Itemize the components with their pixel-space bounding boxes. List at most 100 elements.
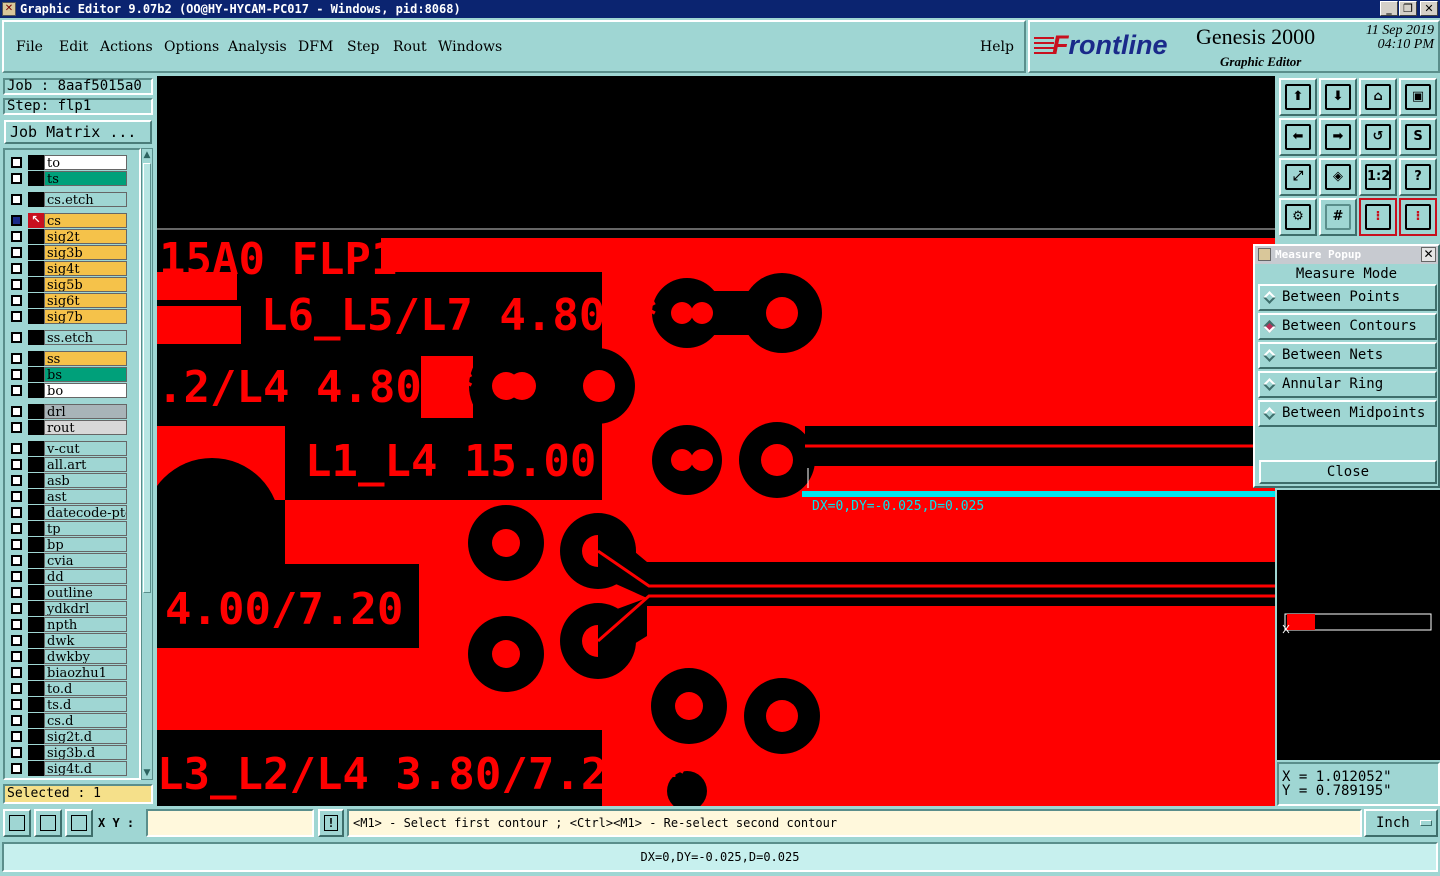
- layer-color-swatch[interactable]: [28, 383, 44, 398]
- layer-color-swatch[interactable]: [28, 489, 44, 504]
- layer-row[interactable]: sig4t: [7, 261, 128, 276]
- layer-checkbox[interactable]: [11, 406, 22, 417]
- menu-windows[interactable]: Windows: [438, 39, 502, 55]
- zoom-bottom-button[interactable]: ⬇: [1319, 78, 1357, 116]
- layer-name[interactable]: dwkby: [44, 649, 127, 664]
- measure-popup-title-bar[interactable]: Measure Popup ✕: [1255, 246, 1438, 264]
- menu-file[interactable]: File: [16, 39, 43, 55]
- layer-row[interactable]: cs.etch: [7, 192, 128, 207]
- layer-name[interactable]: ydkdrl: [44, 601, 127, 616]
- option-between-contours[interactable]: Between Contours: [1258, 313, 1437, 340]
- layer-row[interactable]: sig2t.d: [7, 729, 128, 744]
- layer-name[interactable]: dd: [44, 569, 127, 584]
- scroll-up-icon[interactable]: ▲: [142, 149, 152, 161]
- layer-color-swatch[interactable]: [28, 330, 44, 345]
- layer-checkbox[interactable]: [11, 459, 22, 470]
- layer-row[interactable]: dd: [7, 569, 128, 584]
- layer-checkbox[interactable]: [11, 353, 22, 364]
- layer-row[interactable]: rout: [7, 420, 128, 435]
- layer-name[interactable]: sig3b: [44, 245, 127, 260]
- layer-row[interactable]: ts: [7, 171, 128, 186]
- snap-mode-button[interactable]: [3, 809, 31, 837]
- layer-row[interactable]: ast: [7, 489, 128, 504]
- overview-panel[interactable]: [1277, 490, 1440, 760]
- layer-name[interactable]: sig5b: [44, 277, 127, 292]
- layer-name[interactable]: cvia: [44, 553, 127, 568]
- layer-checkbox[interactable]: [11, 231, 22, 242]
- execute-button[interactable]: !: [318, 809, 344, 837]
- layer-row[interactable]: sig2t: [7, 229, 128, 244]
- layer-row[interactable]: sig3b: [7, 245, 128, 260]
- layer-name[interactable]: tp: [44, 521, 127, 536]
- zoom-ratio-button[interactable]: 1:2: [1359, 158, 1397, 196]
- layer-checkbox[interactable]: [11, 369, 22, 380]
- menu-analysis[interactable]: Analysis: [228, 39, 287, 55]
- layer-row[interactable]: bp: [7, 537, 128, 552]
- layer-name[interactable]: bo: [44, 383, 127, 398]
- layer-color-swatch[interactable]: [28, 309, 44, 324]
- tools-settings-button[interactable]: ⚙: [1279, 198, 1317, 236]
- layer-color-swatch[interactable]: [28, 404, 44, 419]
- layer-name[interactable]: sig7b: [44, 309, 127, 324]
- grid-snap-button[interactable]: [65, 809, 93, 837]
- layer-color-swatch[interactable]: [28, 569, 44, 584]
- layer-name[interactable]: rout: [44, 420, 127, 435]
- layer-checkbox[interactable]: [11, 475, 22, 486]
- layer-checkbox[interactable]: [11, 747, 22, 758]
- home-button[interactable]: ⌂: [1359, 78, 1397, 116]
- layer-checkbox[interactable]: [11, 157, 22, 168]
- layer-row[interactable]: dwk: [7, 633, 128, 648]
- layer-color-swatch[interactable]: [28, 457, 44, 472]
- layer-checkbox[interactable]: [11, 715, 22, 726]
- layer-row[interactable]: biaozhu1: [7, 665, 128, 680]
- layer-name[interactable]: sig4t.d: [44, 761, 127, 776]
- layer-color-swatch[interactable]: [28, 155, 44, 170]
- layer-color-swatch[interactable]: [28, 681, 44, 696]
- layer-checkbox[interactable]: [11, 683, 22, 694]
- layer-row[interactable]: sig5b: [7, 277, 128, 292]
- layer-color-swatch[interactable]: [28, 745, 44, 760]
- layer-row[interactable]: all.art: [7, 457, 128, 472]
- layer-checkbox[interactable]: [11, 332, 22, 343]
- layer-checkbox[interactable]: [11, 635, 22, 646]
- layer-name[interactable]: bs: [44, 367, 127, 382]
- job-matrix-button[interactable]: Job Matrix ...: [4, 120, 152, 144]
- pan-left-button[interactable]: ⬅: [1279, 118, 1317, 156]
- layer-checkbox[interactable]: [11, 699, 22, 710]
- layer-color-swatch[interactable]: [28, 585, 44, 600]
- layer-row[interactable]: ss.etch: [7, 330, 128, 345]
- layer-row[interactable]: asb: [7, 473, 128, 488]
- layer-name[interactable]: sig4t: [44, 261, 127, 276]
- layer-name[interactable]: ts: [44, 171, 127, 186]
- active-layer-pointer-icon[interactable]: ↖: [28, 213, 44, 228]
- layer-row[interactable]: ↖ cs: [7, 213, 128, 228]
- option-between-points[interactable]: Between Points: [1258, 284, 1437, 311]
- pcb-artwork[interactable]: DX=0,DY=-0.025,D=0.025 15A0 FLP1 L6_L5/L…: [157, 76, 1275, 806]
- layer-name[interactable]: ss: [44, 351, 127, 366]
- layer-name[interactable]: bp: [44, 537, 127, 552]
- layer-color-swatch[interactable]: [28, 420, 44, 435]
- layer-color-swatch[interactable]: [28, 729, 44, 744]
- layer-name[interactable]: drl: [44, 404, 127, 419]
- layer-row[interactable]: outline: [7, 585, 128, 600]
- menu-edit[interactable]: Edit: [59, 39, 88, 55]
- layer-checkbox[interactable]: [11, 279, 22, 290]
- layer-name[interactable]: sig3b.d: [44, 745, 127, 760]
- layer-color-swatch[interactable]: [28, 293, 44, 308]
- zoom-center-button[interactable]: ◈: [1319, 158, 1357, 196]
- layer-checkbox[interactable]: [11, 731, 22, 742]
- layer-name[interactable]: asb: [44, 473, 127, 488]
- layer-color-swatch[interactable]: [28, 441, 44, 456]
- layer-checkbox[interactable]: [11, 651, 22, 662]
- layer-color-swatch[interactable]: [28, 171, 44, 186]
- layer-checkbox[interactable]: [11, 587, 22, 598]
- scroll-thumb[interactable]: [143, 163, 151, 593]
- layer-row[interactable]: dwkby: [7, 649, 128, 664]
- minimize-button[interactable]: _: [1380, 1, 1398, 16]
- layer-checkbox[interactable]: [11, 507, 22, 518]
- layer-checkbox[interactable]: [11, 667, 22, 678]
- layer-row[interactable]: sig6t: [7, 293, 128, 308]
- option-annular-ring[interactable]: Annular Ring: [1258, 371, 1437, 398]
- layer-row[interactable]: drl: [7, 404, 128, 419]
- layer-name[interactable]: dwk: [44, 633, 127, 648]
